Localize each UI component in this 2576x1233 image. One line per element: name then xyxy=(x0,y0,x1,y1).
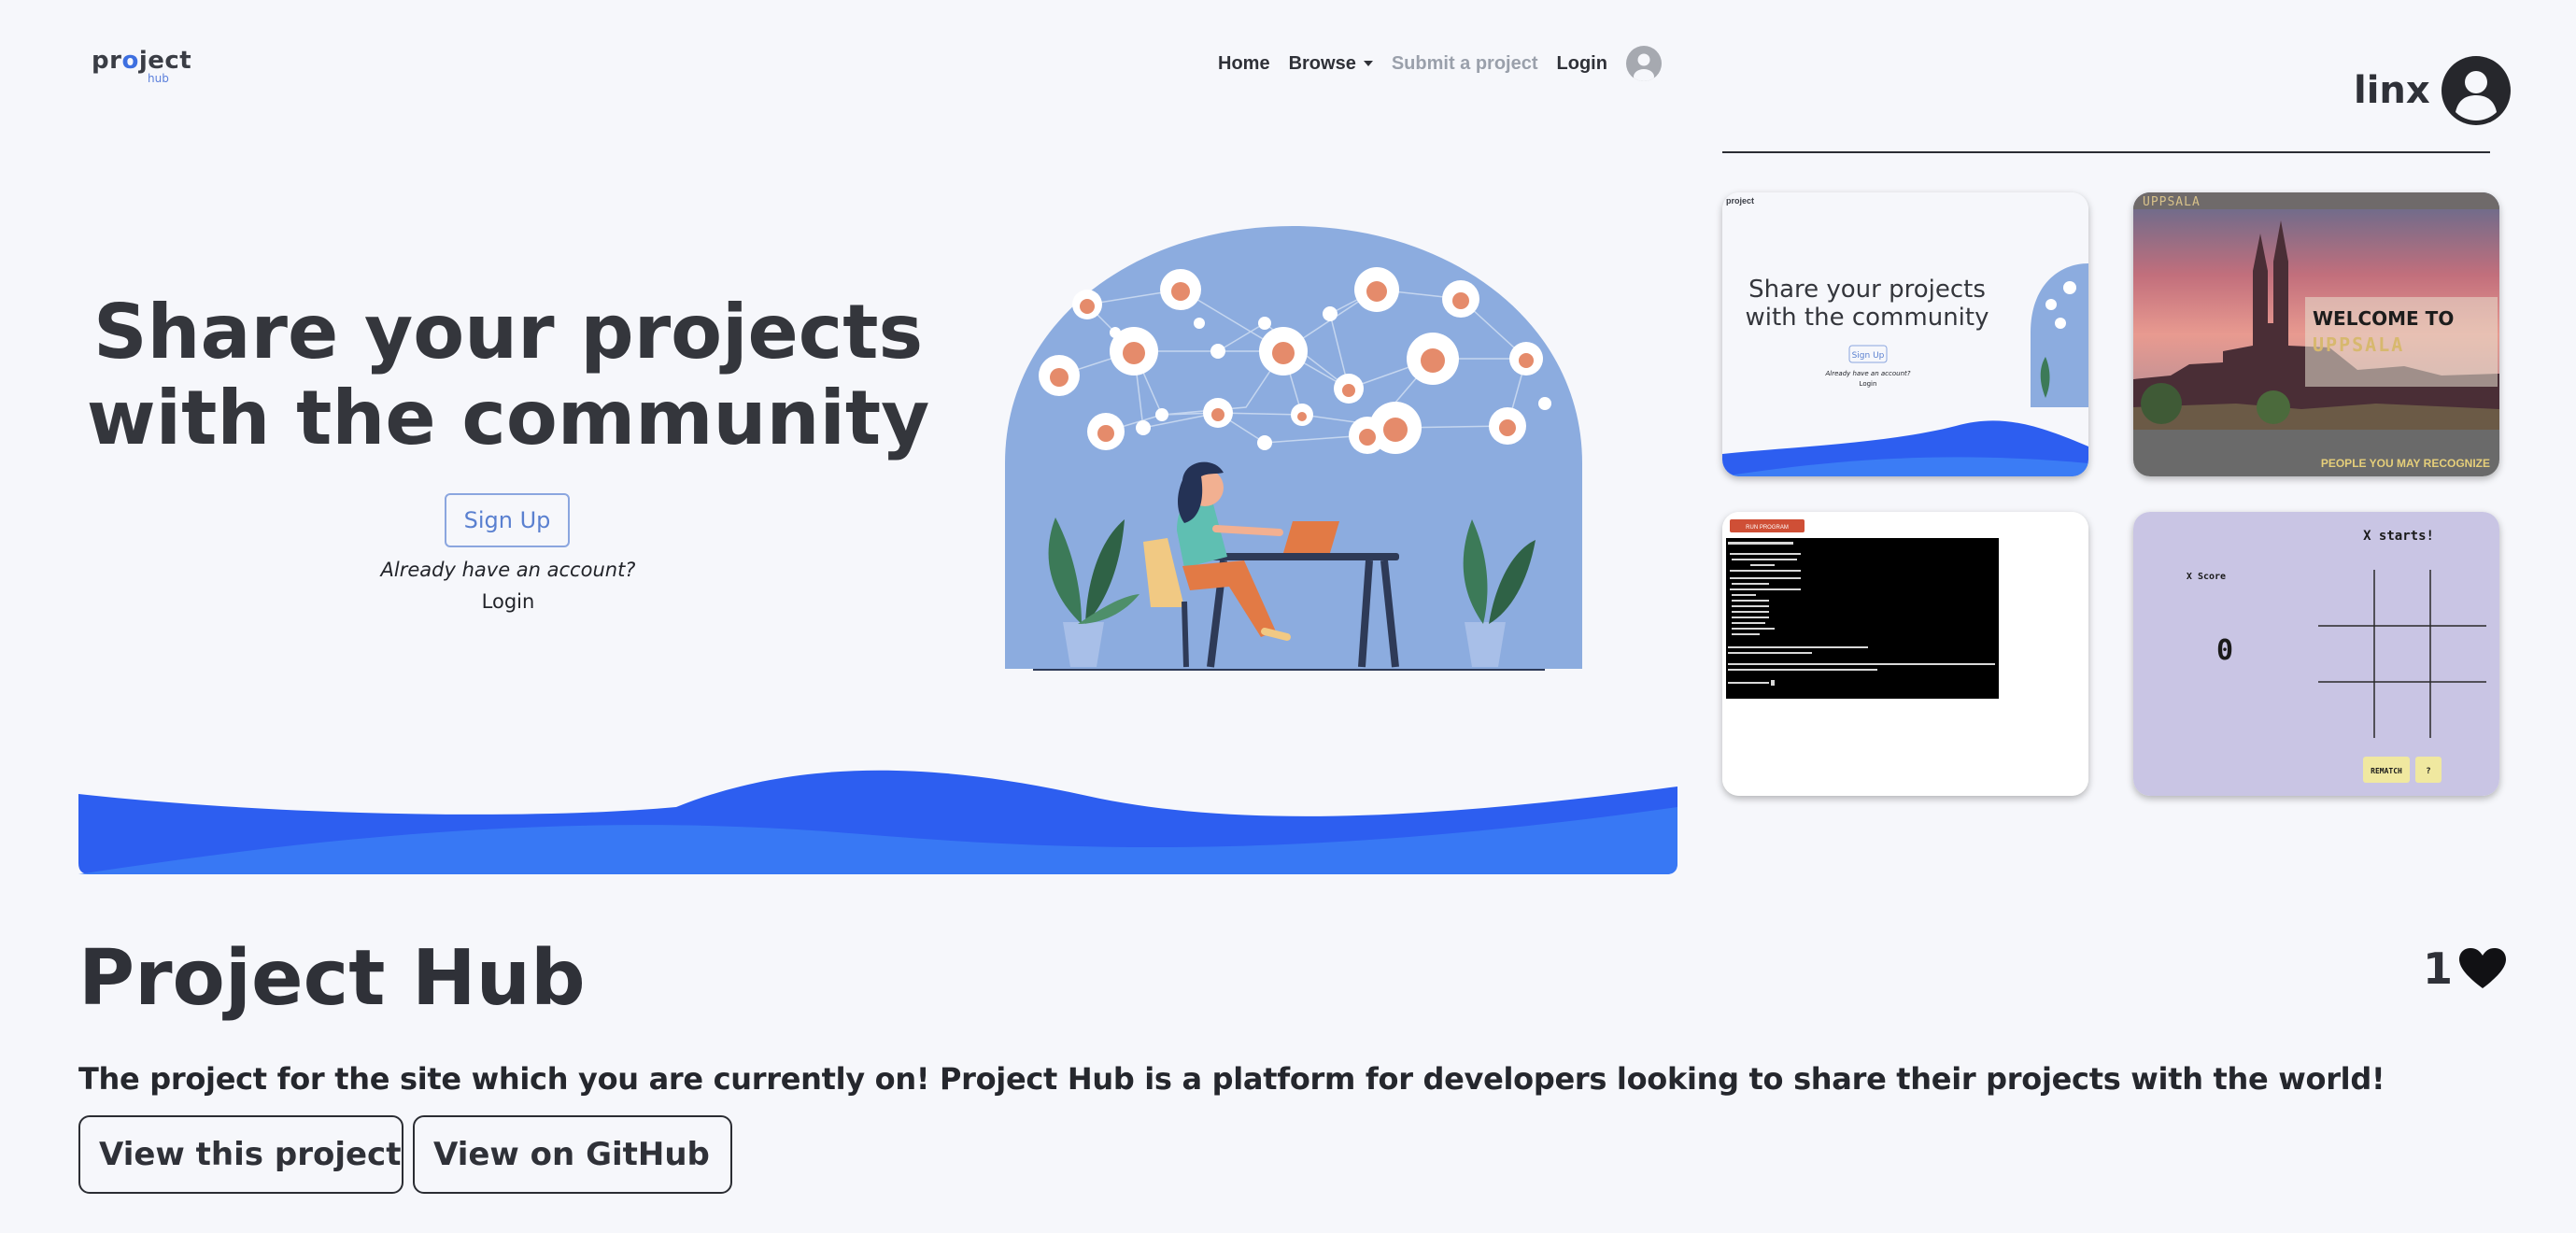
hero-heading: Share your projects with the community xyxy=(86,289,930,461)
run-program-button: RUN PROGRAM xyxy=(1746,525,1789,531)
sign-up-button[interactable]: Sign Up xyxy=(445,493,570,547)
nav-browse-dropdown[interactable]: Browse xyxy=(1289,53,1373,75)
like-counter[interactable]: 1 xyxy=(2423,943,2507,994)
project-card-project-hub[interactable]: project Share your projects with the com… xyxy=(1722,192,2088,476)
project-card-uppsala[interactable]: UPPSALA WELCOME TO UPPSALA PEOPLE YOU MA… xyxy=(2133,192,2499,476)
svg-text:UPPSALA: UPPSALA xyxy=(2313,333,2404,356)
svg-text:Login: Login xyxy=(1860,380,1877,388)
game-status: X starts! xyxy=(2363,529,2434,544)
view-on-github-button[interactable]: View on GitHub xyxy=(413,1115,732,1194)
svg-text:Already have an account?: Already have an account? xyxy=(1825,370,1911,377)
svg-text:WELCOME TO: WELCOME TO xyxy=(2313,307,2454,330)
user-profile-header[interactable]: linx xyxy=(2354,56,2511,125)
view-github-label: View on GitHub xyxy=(433,1136,710,1173)
already-have-account-text: Already have an account? xyxy=(380,559,636,581)
nav-home[interactable]: Home xyxy=(1218,53,1270,75)
user-circle-icon[interactable] xyxy=(1625,46,1662,81)
project-card-tic-tac-toe[interactable]: X starts! X Score 0 REMATCH ? xyxy=(2133,512,2499,796)
hero-preview: project hub Home Browse Submit a project… xyxy=(78,0,1677,874)
x-score-label: X Score xyxy=(2187,572,2226,582)
heart-icon[interactable] xyxy=(2458,947,2507,990)
top-navigation: Home Browse Submit a project Login xyxy=(1218,43,1662,84)
project-card-terminal-program[interactable]: RUN PROGRAM xyxy=(1722,512,2088,796)
view-project-button[interactable]: View this project xyxy=(78,1115,403,1194)
user-circle-icon[interactable] xyxy=(2441,56,2511,125)
nav-submit-project[interactable]: Submit a project xyxy=(1392,53,1538,75)
view-project-label: View this project xyxy=(99,1136,402,1173)
project-hub-logo[interactable]: project hub xyxy=(92,47,191,85)
project-description: The project for the site which you are c… xyxy=(78,1061,2385,1097)
section-divider xyxy=(1722,151,2490,153)
username[interactable]: linx xyxy=(2354,69,2430,112)
caret-down-icon xyxy=(1363,61,1373,67)
card1-logo: project xyxy=(1726,196,1754,206)
svg-text:Share your projects: Share your projects xyxy=(1748,276,1986,304)
project-title: Project Hub xyxy=(78,934,586,1023)
nav-login[interactable]: Login xyxy=(1557,53,1607,75)
like-count: 1 xyxy=(2423,943,2454,994)
x-score-value: 0 xyxy=(2216,634,2233,667)
uppsala-brand: UPPSALA xyxy=(2143,195,2201,209)
rematch-button: REMATCH xyxy=(2371,767,2402,775)
community-illustration xyxy=(1005,226,1582,671)
svg-text:PEOPLE YOU MAY RECOGNIZE: PEOPLE YOU MAY RECOGNIZE xyxy=(2321,457,2490,470)
help-button: ? xyxy=(2426,767,2430,776)
hero-wave xyxy=(78,770,1677,874)
svg-text:with the community: with the community xyxy=(1746,304,1989,332)
login-link[interactable]: Login xyxy=(78,590,938,613)
svg-text:Sign Up: Sign Up xyxy=(1852,351,1885,361)
